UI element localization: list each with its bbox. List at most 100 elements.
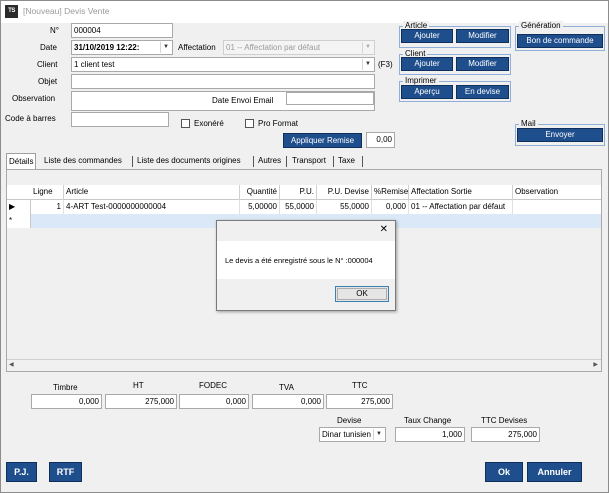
cell-pu-devise[interactable]: 55,0000 [317, 200, 372, 214]
pj-button[interactable]: P.J. [6, 462, 37, 482]
timbre-field[interactable]: 0,000 [31, 394, 102, 409]
chevron-down-icon[interactable]: ▼ [160, 42, 171, 53]
pro-format-label: Pro Format [258, 119, 299, 128]
col-quantite[interactable]: Quantité [240, 185, 280, 200]
tab-autres[interactable]: Autres [256, 153, 283, 169]
confirmation-dialog: ✕ Le devis a été enregistré sous le N° :… [216, 220, 396, 311]
ht-field[interactable]: 275,000 [105, 394, 177, 409]
rtf-button[interactable]: RTF [49, 462, 82, 482]
envoyer-button[interactable]: Envoyer [517, 128, 603, 142]
remise-field[interactable]: 0,00 [366, 132, 395, 148]
devise-value: Dinar tunisien [322, 430, 371, 439]
dialog-body: Le devis a été enregistré sous le N° :00… [217, 241, 395, 279]
cell-remise[interactable]: 0,000 [372, 200, 409, 214]
bon-de-commande-button[interactable]: Bon de commande [517, 34, 603, 48]
ttc-devises-field[interactable]: 275,000 [471, 427, 540, 442]
tab-details[interactable]: Détails [6, 153, 37, 170]
devise-select[interactable]: Dinar tunisien ▼ [319, 427, 386, 442]
chevron-down-icon[interactable]: ▼ [373, 429, 384, 440]
ttc-field[interactable]: 275,000 [326, 394, 393, 409]
article-modifier-button[interactable]: Modifier [456, 29, 509, 43]
date-value: 31/10/2019 12:22: [74, 43, 140, 52]
devise-label: Devise [337, 416, 362, 425]
tva-field[interactable]: 0,000 [252, 394, 324, 409]
objet-field[interactable] [71, 74, 375, 89]
cell-article[interactable]: 4-ART Test-0000000000004 [64, 200, 240, 214]
numero-label: N° [50, 26, 59, 35]
imprimer-group-title: Imprimer [403, 76, 439, 85]
col-pu-devise[interactable]: P.U. Devise [317, 185, 372, 200]
chevron-down-icon[interactable]: ▼ [362, 42, 373, 53]
tab-transport[interactable]: Transport [290, 153, 328, 169]
grid-header: Ligne Article Quantité P.U. P.U. Devise … [7, 185, 601, 200]
date-envoi-label: Date Envoi Email [212, 96, 274, 105]
appliquer-remise-button[interactable]: Appliquer Remise [283, 133, 362, 148]
scroll-left-icon[interactable]: ◀ [9, 361, 14, 368]
affectation-label: Affectation [178, 43, 216, 52]
col-ligne[interactable]: Ligne [31, 185, 64, 200]
annuler-button[interactable]: Annuler [527, 462, 582, 482]
cell-ligne[interactable]: 1 [31, 200, 64, 214]
article-ajouter-button[interactable]: Ajouter [401, 29, 453, 43]
numero-field[interactable]: 000004 [71, 23, 173, 38]
cell-observation[interactable] [513, 200, 601, 214]
client-hint: (F3) [378, 60, 393, 69]
col-remise[interactable]: %Remise [372, 185, 409, 200]
dialog-message: Le devis a été enregistré sous le N° :00… [225, 256, 373, 265]
row-indicator-icon: ▶ [7, 200, 31, 214]
exonere-checkbox[interactable] [181, 119, 190, 128]
apercu-button[interactable]: Aperçu [401, 85, 453, 99]
chevron-down-icon[interactable]: ▼ [362, 59, 373, 70]
tab-taxe[interactable]: Taxe [336, 153, 357, 169]
grid-header-indicator [7, 185, 31, 200]
affectation-value: 01 -- Affectation par défaut [226, 43, 321, 52]
date-envoi-field[interactable] [286, 92, 374, 105]
col-article[interactable]: Article [64, 185, 240, 200]
scroll-right-icon[interactable]: ▶ [593, 361, 598, 368]
col-pu[interactable]: P.U. [280, 185, 317, 200]
window-title: [Nouveau] Devis Vente [23, 6, 110, 16]
client-modifier-button[interactable]: Modifier [456, 57, 509, 71]
pro-format-checkbox[interactable] [245, 119, 254, 128]
tab-liste-commandes[interactable]: Liste des commandes [42, 153, 124, 169]
en-devise-button[interactable]: En devise [456, 85, 509, 99]
client-label: Client [37, 60, 58, 69]
table-row[interactable]: ▶ 1 4-ART Test-0000000000004 5,00000 55,… [7, 200, 601, 214]
generation-group-title: Génération [519, 21, 563, 30]
tab-separator [362, 156, 363, 167]
tab-liste-documents-origines[interactable]: Liste des documents origines [135, 153, 243, 169]
close-icon[interactable]: ✕ [380, 225, 388, 235]
fodec-field[interactable]: 0,000 [179, 394, 249, 409]
cell-affectation-sortie[interactable]: 01 -- Affectation par défaut [409, 200, 513, 214]
ok-button[interactable]: Ok [485, 462, 523, 482]
tab-separator [286, 156, 287, 167]
cell-pu[interactable]: 55,0000 [280, 200, 317, 214]
code-barres-field[interactable] [71, 112, 169, 127]
ht-label: HT [133, 381, 144, 390]
tva-label: TVA [279, 383, 294, 392]
cell-quantite[interactable]: 5,00000 [240, 200, 280, 214]
tab-separator [333, 156, 334, 167]
exonere-label: Exonéré [194, 119, 224, 128]
affectation-select[interactable]: 01 -- Affectation par défaut ▼ [223, 40, 375, 55]
client-value: 1 client test [74, 60, 115, 69]
date-label: Date [40, 43, 57, 52]
observation-label: Observation [12, 94, 56, 103]
client-select[interactable]: 1 client test ▼ [71, 57, 375, 72]
grid-horizontal-scrollbar[interactable]: ◀ ▶ [7, 359, 601, 371]
code-barres-label: Code à barres [5, 114, 56, 123]
devis-vente-window: TS [Nouveau] Devis Vente N° 000004 Date … [0, 0, 609, 493]
fodec-label: FODEC [199, 381, 227, 390]
col-observation[interactable]: Observation [513, 185, 601, 200]
taux-change-label: Taux Change [404, 416, 452, 425]
app-logo-icon: TS [5, 5, 18, 18]
dialog-ok-button[interactable]: OK [335, 286, 389, 302]
col-affectation-sortie[interactable]: Affectation Sortie [409, 185, 513, 200]
mail-group-title: Mail [519, 119, 538, 128]
client-ajouter-button[interactable]: Ajouter [401, 57, 453, 71]
date-picker[interactable]: 31/10/2019 12:22: ▼ [71, 40, 173, 55]
new-row-indicator: * [7, 214, 31, 228]
tab-separator [132, 156, 133, 167]
taux-change-field[interactable]: 1,000 [395, 427, 465, 442]
ttc-devises-label: TTC Devises [481, 416, 528, 425]
